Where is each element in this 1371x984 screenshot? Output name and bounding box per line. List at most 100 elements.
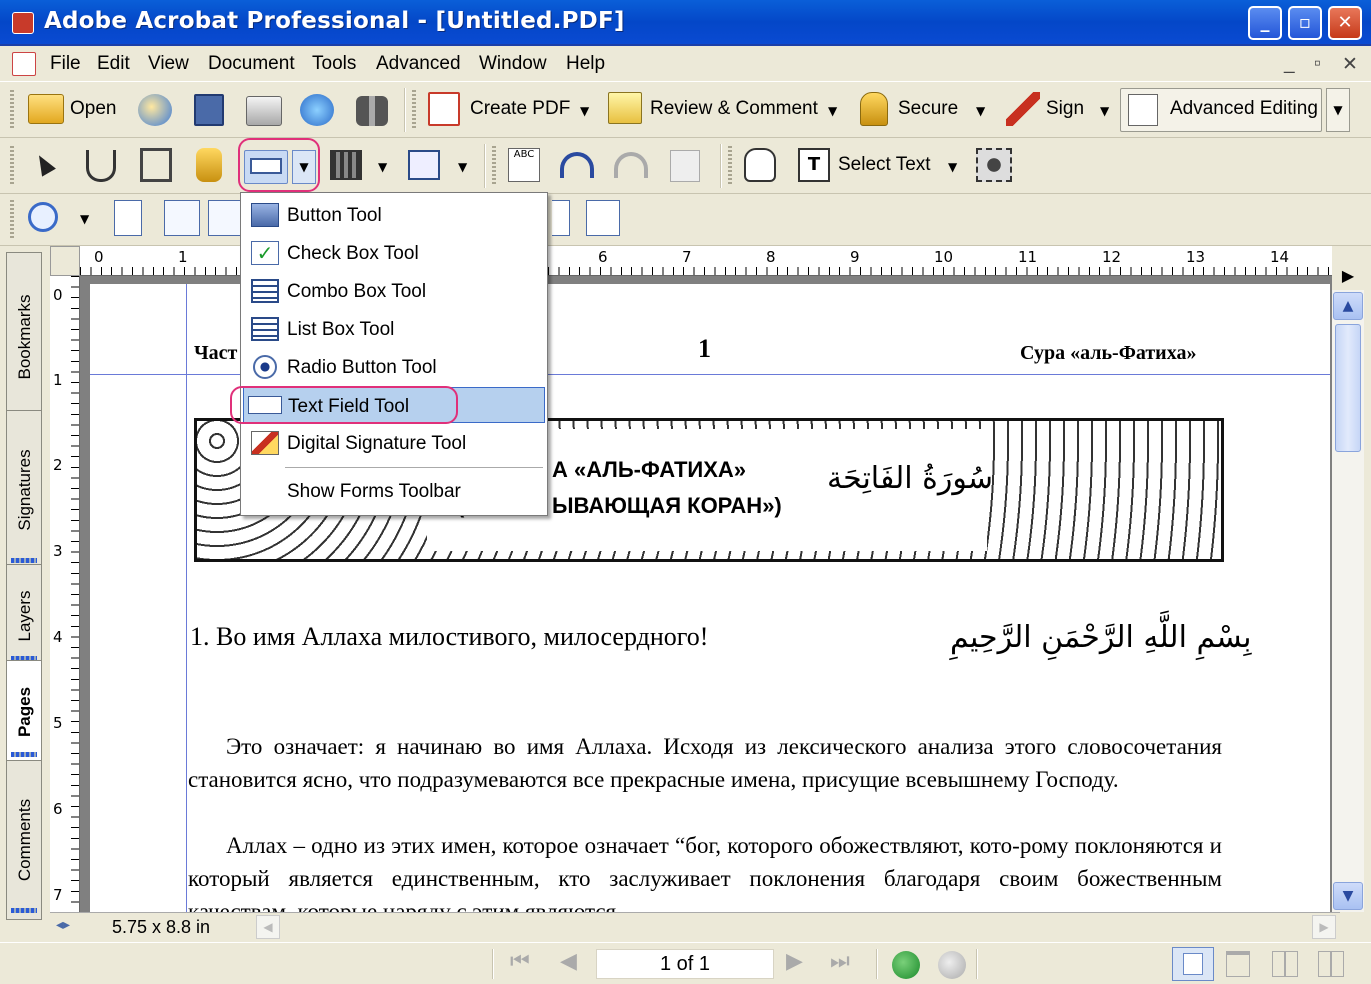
menu-document[interactable]: Document xyxy=(204,51,299,77)
secure-dropdown[interactable]: ▼ xyxy=(976,104,985,118)
menu-item-button-tool[interactable]: Button Tool xyxy=(243,197,545,233)
facing-layout-icon[interactable] xyxy=(1272,951,1298,977)
menu-view[interactable]: View xyxy=(144,51,193,77)
toolbar-grip[interactable] xyxy=(10,200,14,238)
menu-item-radio-button-tool[interactable]: Radio Button Tool xyxy=(243,349,545,385)
ruler-h-label: 13 xyxy=(1186,248,1206,266)
doc-restore-button[interactable]: ▫ xyxy=(1310,51,1325,77)
menu-item-list-box-tool[interactable]: List Box Tool xyxy=(243,311,545,347)
menu-help[interactable]: Help xyxy=(562,51,609,77)
hscroll-right-icon[interactable]: ▶ xyxy=(1312,915,1336,939)
banner-title-line1: А «АЛЬ-ФАТИХА» xyxy=(552,457,747,482)
continuous-layout-icon[interactable] xyxy=(1226,951,1250,977)
rotate-cw-icon[interactable] xyxy=(586,200,620,236)
tab-layers[interactable]: Layers xyxy=(6,564,42,668)
zoom-in-icon[interactable] xyxy=(28,202,58,232)
redo-icon[interactable] xyxy=(614,152,648,178)
menu-advanced[interactable]: Advanced xyxy=(372,51,465,77)
toolbar-grip[interactable] xyxy=(10,146,14,186)
tab-comments[interactable]: Comments xyxy=(6,760,42,920)
scroll-down-icon[interactable]: ▼ xyxy=(1333,882,1363,910)
vertical-ruler[interactable]: 0 1 2 3 4 5 6 7 xyxy=(50,276,80,912)
tab-pages[interactable]: Pages xyxy=(6,660,42,764)
sign-button[interactable]: Sign xyxy=(1046,98,1084,120)
toolbar-grip[interactable] xyxy=(728,146,732,186)
touchup-text-icon[interactable] xyxy=(86,150,116,182)
tab-bookmarks[interactable]: Bookmarks xyxy=(6,252,42,422)
undo-icon[interactable] xyxy=(560,152,594,178)
rotate-ccw-icon[interactable] xyxy=(552,200,570,236)
article-tool-icon[interactable] xyxy=(408,150,440,180)
crop-icon[interactable] xyxy=(140,148,172,182)
article-dropdown[interactable]: ▼ xyxy=(458,160,467,174)
tab-signatures[interactable]: Signatures xyxy=(6,410,42,570)
menu-item-check-box-tool[interactable]: ✓ Check Box Tool xyxy=(243,235,545,271)
menu-window[interactable]: Window xyxy=(475,51,551,77)
fit-page-icon[interactable] xyxy=(164,200,200,236)
open-button[interactable]: Open xyxy=(70,98,116,120)
toolbar-grip[interactable] xyxy=(10,90,14,130)
link-tool-icon[interactable] xyxy=(196,148,222,182)
create-pdf-dropdown[interactable]: ▼ xyxy=(580,104,589,118)
last-page-icon[interactable]: ⏭ xyxy=(830,949,850,974)
hscroll-left-icon[interactable]: ◀ xyxy=(256,915,280,939)
next-view-icon[interactable] xyxy=(938,951,966,979)
vertical-scrollbar[interactable]: ▲ ▼ xyxy=(1332,290,1364,912)
movie-dropdown[interactable]: ▼ xyxy=(378,160,387,174)
toolbar-grip[interactable] xyxy=(412,90,416,130)
sign-dropdown[interactable]: ▼ xyxy=(1100,104,1109,118)
organizer-icon[interactable] xyxy=(138,94,172,126)
page-number-field[interactable]: 1 of 1 xyxy=(596,949,774,979)
fit-width-icon[interactable] xyxy=(208,200,242,236)
menu-tools[interactable]: Tools xyxy=(308,51,360,77)
ruler-v-label: 7 xyxy=(53,886,63,904)
select-object-icon[interactable] xyxy=(32,151,56,177)
snapshot-icon[interactable] xyxy=(976,148,1012,182)
review-comment-button[interactable]: Review & Comment xyxy=(650,98,818,120)
maximize-button[interactable]: ▫ xyxy=(1288,6,1322,40)
actual-size-icon[interactable] xyxy=(114,200,142,236)
movie-tool-icon[interactable] xyxy=(330,150,362,180)
split-handle-icon[interactable]: ◂▸ xyxy=(56,917,70,933)
single-page-layout-button[interactable] xyxy=(1172,947,1214,981)
toolbar-grip[interactable] xyxy=(492,146,496,186)
scroll-thumb[interactable] xyxy=(1335,324,1361,452)
print-icon[interactable] xyxy=(246,96,282,126)
menu-edit[interactable]: Edit xyxy=(93,51,134,77)
spell-check-icon[interactable]: ABC xyxy=(508,148,540,182)
previous-view-icon[interactable] xyxy=(892,951,920,979)
text-field-icon xyxy=(250,158,282,174)
menu-item-digital-signature-tool[interactable]: Digital Signature Tool xyxy=(243,425,545,461)
email-icon[interactable] xyxy=(300,94,334,126)
minimize-button[interactable]: _ xyxy=(1248,6,1282,40)
menu-item-show-forms-toolbar[interactable]: Show Forms Toolbar xyxy=(243,473,545,509)
doc-close-button[interactable]: ✕ xyxy=(1338,51,1362,78)
paragraph-2: Аллах – одно из этих имен, которое означ… xyxy=(188,833,1222,912)
paste-icon[interactable] xyxy=(670,150,700,182)
page-info-bar: ◂▸ 5.75 x 8.8 in ◀ ▶ xyxy=(50,912,1340,940)
first-page-icon[interactable]: ⏮ xyxy=(510,949,530,974)
review-dropdown[interactable]: ▼ xyxy=(828,104,837,118)
advanced-editing-dropdown[interactable]: ▼ xyxy=(1326,88,1350,132)
doc-minimize-button[interactable]: _ xyxy=(1280,51,1299,77)
menu-item-combo-box-tool[interactable]: Combo Box Tool xyxy=(243,273,545,309)
scroll-up-icon[interactable]: ▲ xyxy=(1333,292,1363,320)
sign-pen-icon xyxy=(1006,92,1040,126)
close-button[interactable]: ✕ xyxy=(1328,6,1362,40)
zoom-dropdown[interactable]: ▼ xyxy=(80,212,89,226)
next-page-icon[interactable]: ▶ xyxy=(786,949,803,974)
verse-title: 1. Во имя Аллаха милостивого, милосердно… xyxy=(190,622,709,651)
previous-page-icon[interactable]: ◀ xyxy=(560,949,577,974)
forms-dropdown[interactable]: ▼ xyxy=(292,150,316,184)
continuous-facing-layout-icon[interactable] xyxy=(1318,951,1344,977)
ruler-scroll-right-icon[interactable]: ▶ xyxy=(1332,262,1364,290)
title-bar[interactable]: Adobe Acrobat Professional - [Untitled.P… xyxy=(0,0,1371,46)
save-icon[interactable] xyxy=(194,94,224,126)
search-binoculars-icon[interactable] xyxy=(356,96,388,126)
select-text-dropdown[interactable]: ▼ xyxy=(948,160,957,174)
secure-button[interactable]: Secure xyxy=(898,98,958,120)
select-text-button[interactable]: Select Text xyxy=(838,154,931,176)
hand-tool-icon[interactable] xyxy=(744,148,776,182)
menu-file[interactable]: File xyxy=(46,51,85,77)
create-pdf-button[interactable]: Create PDF xyxy=(470,98,570,120)
